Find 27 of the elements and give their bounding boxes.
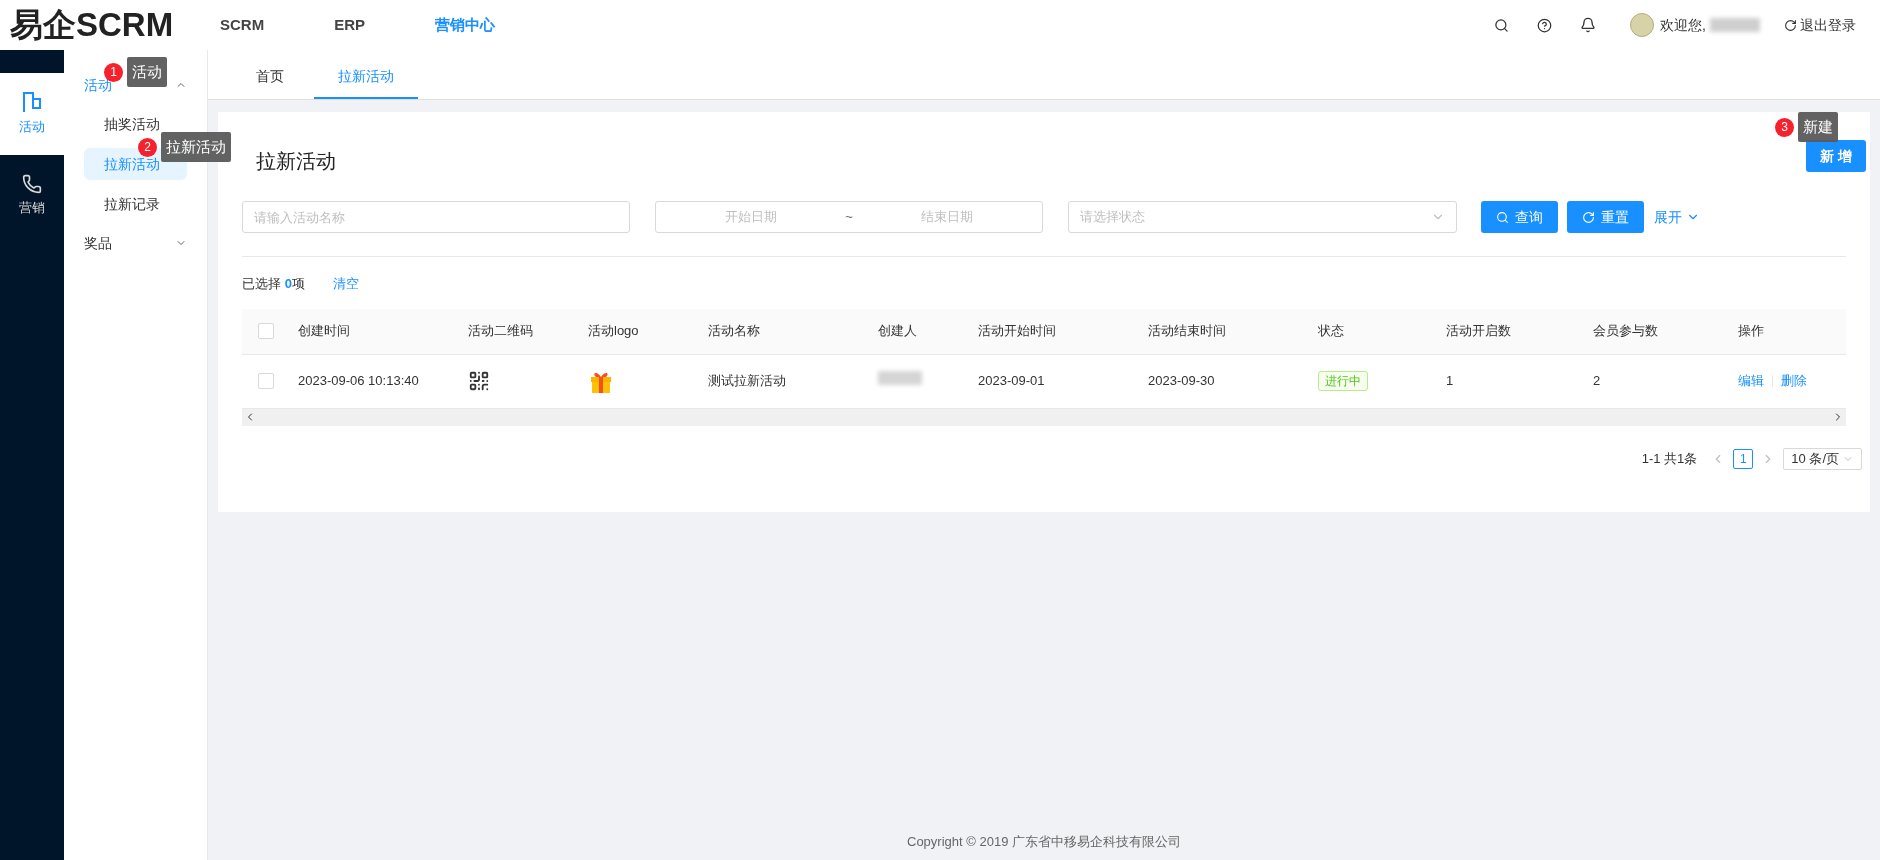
column-header: 状态	[1318, 323, 1344, 339]
app-logo: 易企SCRM	[10, 5, 175, 46]
table-cell: 2023-09-06 10:13:40	[298, 373, 419, 389]
annotation-tooltip: 活动	[127, 57, 167, 87]
column-header: 操作	[1738, 323, 1764, 339]
table-cell: 测试拉新活动	[708, 373, 786, 389]
page-title: 拉新活动	[256, 149, 336, 174]
column-header: 会员参与数	[1593, 323, 1658, 339]
annotation-tooltip: 新建	[1798, 112, 1838, 142]
column-header: 活动logo	[588, 323, 639, 339]
table-cell: 2023-09-01	[978, 373, 1045, 389]
column-header: 活动二维码	[468, 323, 533, 339]
column-header: 活动开始时间	[978, 323, 1056, 339]
annotation-tooltip: 拉新活动	[161, 132, 231, 162]
column-header: 创建人	[878, 323, 917, 339]
column-header: 创建时间	[298, 323, 350, 339]
table-cell: 2	[1593, 373, 1601, 389]
selection-count: 已选择 0项	[242, 275, 305, 293]
copyright-text: Copyright © 2019 广东省中移易企科技有限公司	[907, 833, 1181, 852]
pagination-summary: 1-1 共1条	[1641, 449, 1698, 468]
status-tag: 进行中	[1318, 371, 1368, 392]
column-header: 活动名称	[708, 323, 760, 339]
table-cell: 1	[1446, 373, 1454, 389]
column-header: 活动结束时间	[1148, 323, 1226, 339]
table-cell: 2023-09-30	[1148, 373, 1215, 389]
column-header: 活动开启数	[1446, 323, 1511, 339]
greeting-text: 欢迎您,	[1660, 15, 1706, 35]
